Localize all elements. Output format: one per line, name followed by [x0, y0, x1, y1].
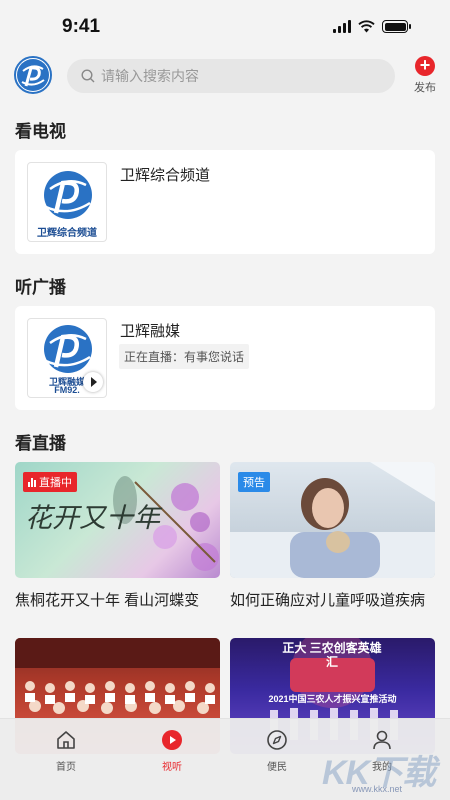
event2-thumb-text: 正大 三农创客英雄汇 — [282, 641, 382, 669]
tv-channel-card[interactable]: 卫辉综合频道 卫辉综合频道 — [15, 150, 435, 254]
tab-home[interactable]: 首页 — [26, 729, 106, 773]
event2-thumb-sub: 2021中国三农人才振兴宣推活动 — [268, 694, 397, 704]
tv-channel-logo-text: 卫辉综合频道 — [37, 228, 97, 239]
search-input[interactable] — [101, 68, 361, 84]
section-title-radio: 听广播 — [15, 278, 66, 297]
radio-station-name: 卫辉融媒 — [120, 323, 181, 340]
tab-media[interactable]: 视听 — [132, 729, 212, 773]
tv-channel-name: 卫辉综合频道 — [120, 167, 211, 184]
battery-icon — [382, 20, 411, 33]
cellular-signal-icon — [333, 20, 351, 33]
radio-live-status: 正在直播：有事您说话 — [119, 344, 250, 369]
publish-button[interactable]: + 发布 — [410, 56, 440, 95]
tv-channel-logo: 卫辉综合频道 — [27, 162, 107, 242]
live-bars-icon — [28, 477, 36, 487]
section-title-tv: 看电视 — [15, 122, 66, 141]
live-video-title[interactable]: 焦桐花开又十年 看山河蝶变 — [15, 589, 199, 610]
play-circle-icon — [162, 730, 182, 750]
status-icons — [333, 20, 411, 33]
app-logo[interactable] — [14, 56, 52, 94]
wifi-icon — [358, 20, 375, 33]
live-badge-label: 直播中 — [39, 477, 72, 489]
preview-video-title[interactable]: 如何正确应对儿童呼吸道疾病 — [230, 589, 425, 610]
play-icon[interactable] — [83, 372, 103, 392]
live-video-thumb[interactable]: 直播中 花开又十年 — [15, 462, 220, 578]
live-badge: 直播中 — [23, 472, 77, 492]
preview-badge: 预告 — [238, 472, 270, 492]
top-bar: + 发布 — [0, 56, 450, 100]
tab-home-label: 首页 — [56, 762, 76, 773]
compass-icon — [267, 730, 287, 750]
preview-video-thumb[interactable]: 预告 — [230, 462, 435, 578]
live-thumb-text: 花开又十年 — [25, 503, 160, 534]
radio-station-logo: 卫辉融媒 FM92. — [27, 318, 107, 398]
radio-station-card[interactable]: 卫辉融媒 FM92. 卫辉融媒 正在直播：有事您说话 — [15, 306, 435, 410]
home-icon — [57, 731, 75, 749]
tab-services-label: 便民 — [267, 762, 287, 773]
plus-icon: + — [415, 56, 435, 76]
watermark-url: www.kkx.net — [352, 784, 403, 794]
search-bar[interactable] — [67, 59, 395, 93]
status-time: 9:41 — [62, 16, 101, 37]
tab-services[interactable]: 便民 — [237, 729, 317, 773]
search-icon — [81, 69, 95, 83]
status-bar: 9:41 — [0, 0, 450, 52]
tab-media-label: 视听 — [162, 762, 182, 773]
publish-label: 发布 — [414, 82, 436, 94]
section-title-live: 看直播 — [15, 434, 66, 453]
